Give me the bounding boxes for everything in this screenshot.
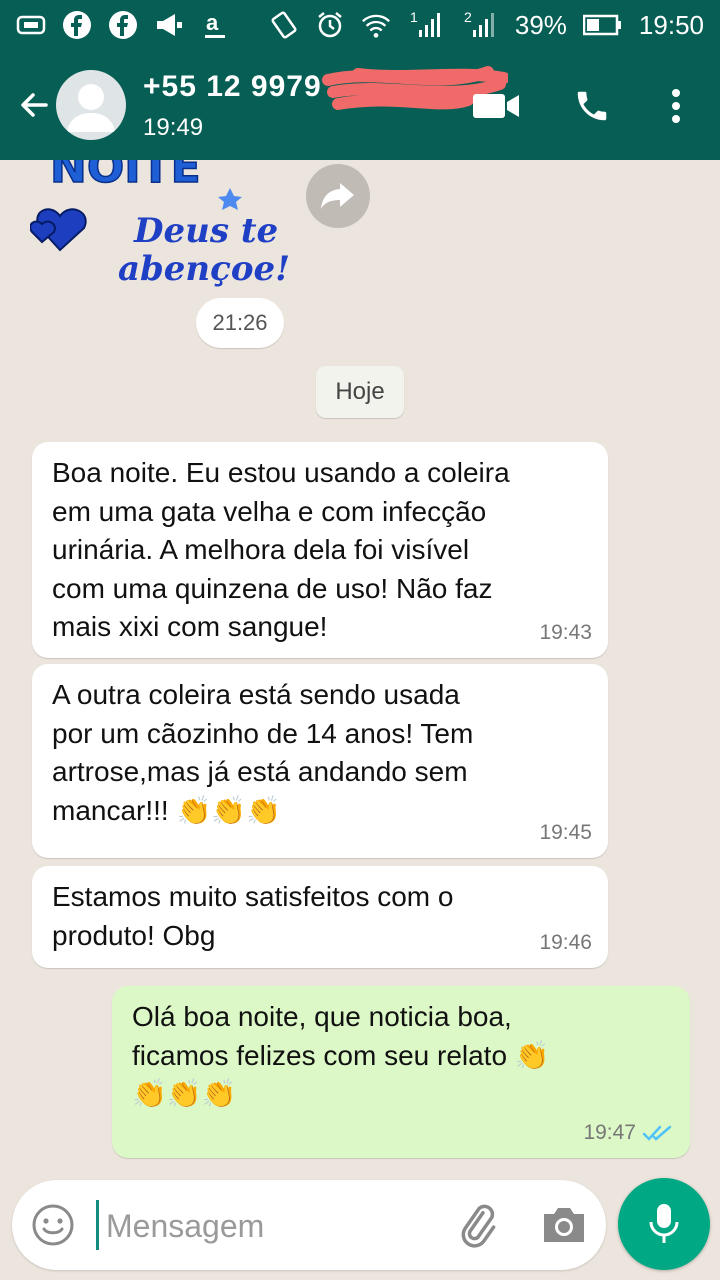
last-seen: 19:49	[143, 114, 204, 141]
alarm-icon	[315, 10, 345, 40]
emoji-icon[interactable]	[30, 1202, 76, 1248]
phone-icon	[577, 91, 607, 121]
voice-call-button[interactable]	[568, 82, 616, 130]
back-button[interactable]	[10, 78, 58, 132]
message-time: 19:46	[539, 930, 592, 954]
svg-text:a: a	[206, 10, 219, 35]
camera-icon[interactable]	[540, 1202, 588, 1248]
video-call-icon	[473, 94, 519, 118]
avatar[interactable]	[56, 70, 126, 140]
message-time: 19:47	[583, 1120, 636, 1144]
voice-record-button[interactable]	[618, 1178, 710, 1270]
message-text: A outra coleira está sendo usada por um …	[52, 679, 474, 826]
vibrate-icon	[269, 10, 299, 40]
double-check-icon	[642, 1125, 672, 1141]
chat-area[interactable]: NOITE Deus te abençoe! 21:26 Hoje Boa no…	[0, 160, 720, 1180]
paperclip-icon[interactable]	[452, 1200, 502, 1250]
status-bar-left: a	[16, 10, 230, 40]
message-text: Estamos muito satisfeitos com o produto!…	[52, 881, 454, 951]
more-vert-icon	[672, 89, 680, 123]
text-cursor	[96, 1200, 99, 1250]
forward-button[interactable]	[306, 164, 370, 228]
facebook-icon	[108, 10, 138, 40]
sim-card-icon	[16, 10, 46, 40]
megaphone-icon	[154, 10, 184, 40]
signal-icon: 1	[407, 9, 445, 40]
status-bar: a 1 2 39% 19:50	[0, 0, 720, 50]
sim2-label: 2	[463, 9, 472, 25]
battery-percent: 39%	[514, 9, 567, 40]
message-composer	[12, 1180, 606, 1270]
message-time: 19:43	[539, 620, 592, 644]
facebook-icon	[62, 10, 92, 40]
wifi-icon	[361, 10, 391, 40]
chat-header: +55 12 9979 19:49	[0, 50, 720, 160]
contact-name[interactable]: +55 12 9979	[143, 70, 322, 104]
mic-icon	[649, 1204, 679, 1243]
sticker-timestamp: 21:26	[196, 298, 284, 348]
message-text: Boa noite. Eu estou usando a coleira em …	[52, 457, 510, 642]
sticker-image[interactable]: NOITE Deus te abençoe!	[30, 160, 300, 290]
clock: 19:50	[638, 9, 704, 40]
status-bar-right: 1 2 39% 19:50	[269, 9, 704, 41]
video-call-button[interactable]	[468, 86, 524, 126]
message-bubble-outgoing[interactable]: Olá boa noite, que noticia boa, ficamos …	[112, 986, 690, 1158]
forward-icon	[321, 183, 354, 209]
avatar-icon	[67, 84, 115, 132]
message-bubble-incoming[interactable]: A outra coleira está sendo usada por um …	[32, 664, 608, 858]
sticker-line2: Deus te	[133, 211, 278, 251]
sticker-line3: abençoe!	[118, 249, 290, 289]
sim1-label: 1	[409, 9, 418, 25]
message-text: Olá boa noite, que noticia boa, ficamos …	[132, 1001, 550, 1109]
message-input[interactable]	[104, 1198, 428, 1254]
date-separator: Hoje	[316, 366, 404, 418]
back-arrow-icon	[21, 93, 48, 117]
more-options-button[interactable]	[660, 82, 692, 130]
message-bubble-incoming[interactable]: Estamos muito satisfeitos com o produto!…	[32, 866, 608, 968]
amazon-icon: a	[200, 10, 230, 40]
message-time: 19:45	[539, 820, 592, 844]
sticker-title: NOITE	[50, 160, 201, 193]
signal-icon: 2	[461, 9, 499, 40]
message-bubble-incoming[interactable]: Boa noite. Eu estou usando a coleira em …	[32, 442, 608, 658]
battery-icon	[582, 10, 623, 40]
